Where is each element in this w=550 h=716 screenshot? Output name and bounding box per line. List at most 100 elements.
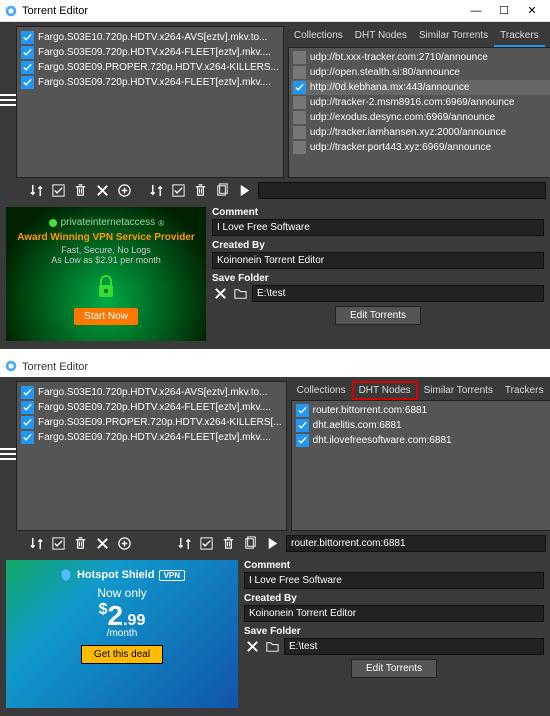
tab-dht-nodes[interactable]: DHT Nodes xyxy=(349,26,413,47)
createdby-input[interactable] xyxy=(244,605,544,622)
file-row[interactable]: Fargo.S03E09.720p.HDTV.x264-FLEET[eztv].… xyxy=(19,400,284,415)
file-row[interactable]: Fargo.S03E10.720p.HDTV.x264-AVS[eztv].mk… xyxy=(19,385,284,400)
checkbox-icon[interactable] xyxy=(293,66,306,79)
checkbox-icon[interactable] xyxy=(21,401,34,414)
edit-torrents-button[interactable]: Edit Torrents xyxy=(335,306,421,325)
remove-icon[interactable] xyxy=(94,183,110,199)
tab-collections[interactable]: Collections xyxy=(288,26,349,47)
node-row[interactable]: dht.ilovefreesoftware.com:6881 xyxy=(294,433,550,448)
savefolder-input[interactable] xyxy=(284,638,544,655)
copy-icon[interactable] xyxy=(214,183,230,199)
checkbox-icon[interactable] xyxy=(293,96,306,109)
checkbox-icon[interactable] xyxy=(293,81,306,94)
comment-input[interactable] xyxy=(212,219,544,236)
ad-pia[interactable]: privateinternetaccess® Award Winning VPN… xyxy=(6,207,206,341)
ad-hotspot[interactable]: Hotspot ShieldVPN Now only $2.99 /month … xyxy=(6,560,238,708)
tab-dht-nodes[interactable]: DHT Nodes xyxy=(352,381,418,400)
edit-torrents-button[interactable]: Edit Torrents xyxy=(351,659,437,678)
file-row[interactable]: Fargo.S03E09.PROPER.720p.HDTV.x264-KILLE… xyxy=(19,60,281,75)
toolbar xyxy=(0,531,550,556)
tracker-row[interactable]: http://0d.kebhana.mx:443/announce xyxy=(291,80,550,95)
checkbox-icon[interactable] xyxy=(21,431,34,444)
sort-icon[interactable] xyxy=(176,536,192,552)
app-icon xyxy=(4,359,18,376)
tracker-input[interactable] xyxy=(258,182,546,199)
select-all-icon[interactable] xyxy=(170,183,186,199)
checkbox-icon[interactable] xyxy=(293,126,306,139)
tracker-panel: udp://bt.xxx-tracker.com:2710/announce u… xyxy=(288,48,550,178)
trash-icon[interactable] xyxy=(220,536,236,552)
tab-trackers[interactable]: Trackers xyxy=(494,26,545,47)
file-row[interactable]: Fargo.S03E10.720p.HDTV.x264-AVS[eztv].mk… xyxy=(19,30,281,45)
copy-icon[interactable] xyxy=(242,536,258,552)
trash-icon[interactable] xyxy=(72,536,88,552)
folder-icon[interactable] xyxy=(232,286,248,302)
file-row[interactable]: Fargo.S03E09.720p.HDTV.x264-FLEET[eztv].… xyxy=(19,45,281,60)
tracker-row[interactable]: udp://exodus.desync.com:6969/announce xyxy=(291,110,550,125)
tracker-row[interactable]: udp://tracker.iamhansen.xyz:2000/announc… xyxy=(291,125,550,140)
tracker-row[interactable]: udp://tracker-2.msm8916.com:6969/announc… xyxy=(291,95,550,110)
checkbox-icon[interactable] xyxy=(21,76,34,89)
tracker-row[interactable]: udp://bt.xxx-tracker.com:2710/announce xyxy=(291,50,550,65)
remove-icon[interactable] xyxy=(94,536,110,552)
minimize-button[interactable]: — xyxy=(462,5,490,17)
folder-icon[interactable] xyxy=(264,639,280,655)
select-all-icon[interactable] xyxy=(50,536,66,552)
sort-icon[interactable] xyxy=(28,536,44,552)
add-icon[interactable] xyxy=(116,536,132,552)
checkbox-icon[interactable] xyxy=(293,111,306,124)
lock-icon xyxy=(91,271,121,304)
node-row[interactable]: dht.aelitis.com:6881 xyxy=(294,418,550,433)
clear-icon[interactable] xyxy=(244,639,260,655)
node-input[interactable] xyxy=(286,535,546,552)
titlebar: Torrent Editor — ☐ ✕ xyxy=(0,0,550,22)
file-row[interactable]: Fargo.S03E09.PROPER.720p.HDTV.x264-KILLE… xyxy=(19,415,284,430)
comment-input[interactable] xyxy=(244,572,544,589)
tracker-row[interactable]: udp://open.stealth.si:80/announce xyxy=(291,65,550,80)
file-row[interactable]: Fargo.S03E09.720p.HDTV.x264-FLEET[eztv].… xyxy=(19,430,284,445)
checkbox-icon[interactable] xyxy=(21,386,34,399)
tracker-row[interactable]: udp://tracker.port443.xyz:6969/announce xyxy=(291,140,550,155)
ad-permonth: /month xyxy=(14,628,230,639)
checkbox-icon[interactable] xyxy=(21,61,34,74)
trash-icon[interactable] xyxy=(72,183,88,199)
checkbox-icon[interactable] xyxy=(21,416,34,429)
dht-panel: router.bittorrent.com:6881 dht.aelitis.c… xyxy=(291,401,550,531)
tab-similar[interactable]: Similar Torrents xyxy=(413,26,494,47)
sort-icon[interactable] xyxy=(148,183,164,199)
checkbox-icon[interactable] xyxy=(296,434,309,447)
menu-button[interactable] xyxy=(0,22,16,178)
close-button[interactable]: ✕ xyxy=(518,4,546,17)
play-icon[interactable] xyxy=(236,183,252,199)
savefolder-input[interactable] xyxy=(252,285,544,302)
select-all-icon[interactable] xyxy=(50,183,66,199)
ad-cta-button[interactable]: Get this deal xyxy=(81,645,163,664)
checkbox-icon[interactable] xyxy=(296,419,309,432)
checkbox-icon[interactable] xyxy=(21,31,34,44)
checkbox-icon[interactable] xyxy=(293,141,306,154)
comment-label: Comment xyxy=(212,207,544,218)
checkbox-icon[interactable] xyxy=(293,51,306,64)
tab-web-seeds[interactable]: Web Seeds xyxy=(545,26,550,47)
add-icon[interactable] xyxy=(116,183,132,199)
ad-nowonly: Now only xyxy=(14,586,230,600)
createdby-input[interactable] xyxy=(212,252,544,269)
sort-icon[interactable] xyxy=(28,183,44,199)
menu-button[interactable] xyxy=(0,377,16,531)
ad-cta-button[interactable]: Start Now xyxy=(74,308,138,325)
checkbox-icon[interactable] xyxy=(21,46,34,59)
toolbar xyxy=(0,178,550,203)
maximize-button[interactable]: ☐ xyxy=(490,4,518,17)
node-row[interactable]: router.bittorrent.com:6881 xyxy=(294,403,550,418)
trash-icon[interactable] xyxy=(192,183,208,199)
tab-similar[interactable]: Similar Torrents xyxy=(418,381,499,400)
clear-icon[interactable] xyxy=(212,286,228,302)
tab-trackers[interactable]: Trackers xyxy=(499,381,550,400)
select-all-icon[interactable] xyxy=(198,536,214,552)
checkbox-icon[interactable] xyxy=(296,404,309,417)
file-row[interactable]: Fargo.S03E09.720p.HDTV.x264-FLEET[eztv].… xyxy=(19,75,281,90)
form-panel: Comment Created By Save Folder Edit Torr… xyxy=(212,207,544,341)
play-icon[interactable] xyxy=(264,536,280,552)
window-2: Torrent Editor Fargo.S03E10.720p.HDTV.x2… xyxy=(0,357,550,716)
tab-collections[interactable]: Collections xyxy=(291,381,352,400)
